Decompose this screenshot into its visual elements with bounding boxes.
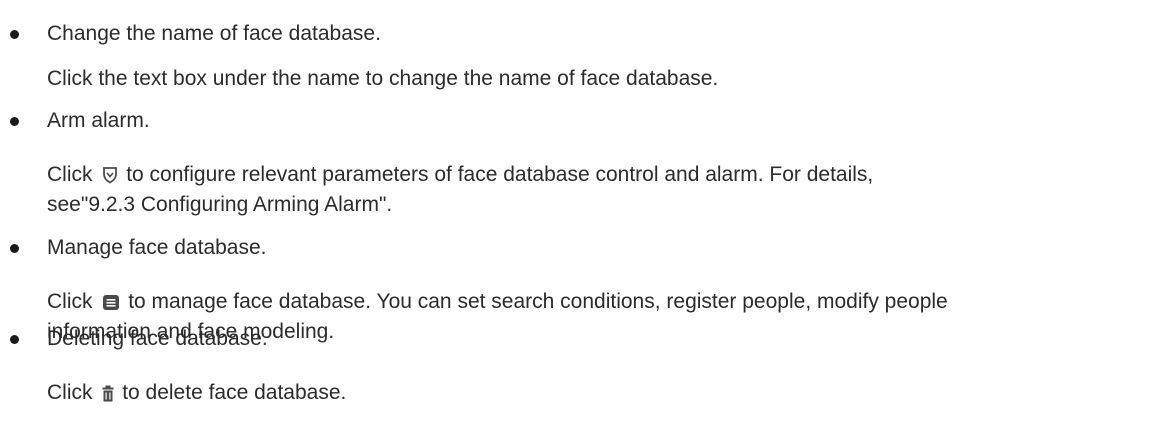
item-description: Click to delete face database. xyxy=(0,378,1157,408)
bullet-line: Arm alarm. xyxy=(0,106,1160,136)
list-icon xyxy=(102,294,120,311)
list-item-change-name: Change the name of face database. Click … xyxy=(0,19,1160,94)
item-description: Click to configure relevant parameters o… xyxy=(0,160,1157,220)
description-suffix: to delete face database. xyxy=(122,381,347,404)
item-description: Click the text box under the name to cha… xyxy=(0,64,1157,94)
shield-icon xyxy=(102,166,118,184)
item-title: Deleting face database. xyxy=(47,327,268,350)
bullet-dot xyxy=(10,30,19,39)
item-title: Change the name of face database. xyxy=(47,22,381,45)
bullet-line: Manage face database. xyxy=(0,233,1160,263)
item-title: Manage face database. xyxy=(47,236,267,259)
description-prefix: Click xyxy=(47,163,93,186)
description-suffix: to manage face database. You can set sea… xyxy=(128,290,948,313)
description-text: Click the text box under the name to cha… xyxy=(47,67,719,90)
trash-icon xyxy=(102,385,114,402)
bullet-dot xyxy=(10,117,19,126)
list-item-arm-alarm: Arm alarm. Click to configure relevant p… xyxy=(0,106,1160,220)
description-prefix: Click xyxy=(47,290,93,313)
description-prefix: Click xyxy=(47,381,93,404)
bullet-line: Change the name of face database. xyxy=(0,19,1160,49)
bullet-line: Deleting face database. xyxy=(0,324,1160,354)
bullet-dot xyxy=(10,244,19,253)
bullet-dot xyxy=(10,335,19,344)
description-suffix: to configure relevant parameters of face… xyxy=(126,163,874,186)
document-page: Change the name of face database. Click … xyxy=(0,0,1166,428)
description-line-2: see"9.2.3 Configuring Arming Alarm". xyxy=(47,193,393,216)
list-item-delete-database: Deleting face database. Click to delete … xyxy=(0,324,1160,408)
item-title: Arm alarm. xyxy=(47,109,150,132)
